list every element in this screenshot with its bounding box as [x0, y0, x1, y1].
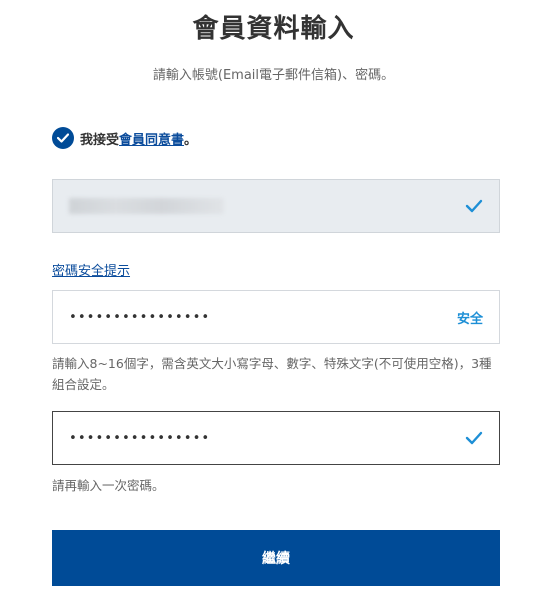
confirm-password-field[interactable]: •••••••••••••••• — [52, 411, 500, 465]
member-agreement-link[interactable]: 會員同意書 — [119, 133, 184, 148]
continue-button[interactable]: 繼續 — [52, 530, 500, 586]
agreement-checkbox[interactable] — [52, 127, 74, 149]
check-icon — [465, 431, 483, 445]
password-value: •••••••••••••••• — [69, 309, 211, 325]
check-icon — [57, 133, 69, 143]
password-strength-label: 安全 — [456, 311, 483, 327]
page-title: 會員資料輸入 — [192, 14, 355, 44]
password-help-text: 請輸入8~16個字，需含英文大小寫字母、數字、特殊文字(不可使用空格)，3種組合… — [52, 356, 492, 392]
page-subtitle: 請輸入帳號(Email電子郵件信箱)、密碼。 — [152, 68, 395, 83]
confirm-password-value: •••••••••••••••• — [69, 430, 211, 446]
password-tips-link[interactable]: 密碼安全提示 — [52, 260, 130, 279]
redacted-account-value — [69, 198, 224, 214]
check-icon — [465, 199, 483, 213]
agreement-suffix: 。 — [184, 132, 198, 148]
agreement-prefix: 我接受 — [80, 132, 120, 148]
password-field[interactable]: •••••••••••••••• 安全 — [52, 290, 500, 344]
agreement-row: 我接受會員同意書。 — [52, 127, 197, 149]
confirm-help-text: 請再輸入一次密碼。 — [52, 478, 165, 493]
agreement-text: 我接受會員同意書。 — [80, 129, 197, 148]
account-field[interactable] — [52, 179, 500, 233]
